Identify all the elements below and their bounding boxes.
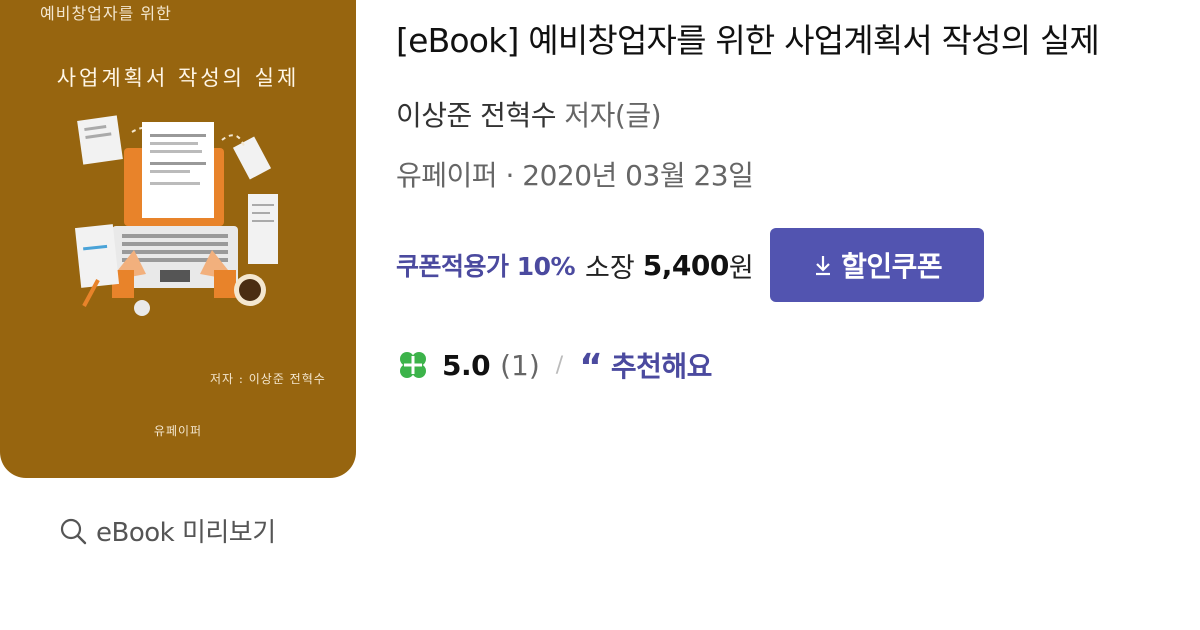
ebook-preview-link[interactable]: eBook 미리보기: [58, 512, 276, 549]
search-icon: [60, 518, 87, 544]
preview-label: eBook 미리보기: [96, 518, 276, 548]
book-cover[interactable]: 예비창업자를 위한 사업계획서 작성의 실제 저자: 이상준 전혁수 유페이퍼: [0, 0, 356, 478]
price-amount: 5,400: [642, 248, 730, 282]
download-icon: [816, 256, 831, 276]
rating-divider: /: [555, 352, 564, 378]
discount-coupon-button[interactable]: 할인쿠폰: [769, 228, 984, 302]
price-row: 쿠폰적용가 10% 소장 5,400 원 할인쿠폰: [396, 228, 984, 302]
quote-icon: “: [579, 347, 603, 388]
price-currency: 원: [728, 252, 754, 284]
rating-count[interactable]: (1): [500, 349, 540, 382]
cover-title: 사업계획서 작성의 실제: [56, 66, 300, 90]
own-label: 소장: [585, 252, 635, 284]
book-title[interactable]: [eBook] 예비창업자를 위한 사업계획서 작성의 실제: [396, 14, 1100, 62]
cover-publisher: 유페이퍼: [153, 424, 203, 438]
author-line: 이상준 전혁수 저자(글): [396, 94, 662, 134]
rating-score[interactable]: 5.0: [442, 349, 491, 382]
author-role: 저자(글): [564, 99, 662, 132]
cover-author: 저자 : 이상준 전혁수: [210, 372, 326, 386]
author-names[interactable]: 이상준 전혁수: [396, 99, 556, 132]
cover-subtitle: 예비창업자를 위한: [40, 4, 172, 23]
clover-icon: [400, 352, 426, 378]
publish-date: 2020년 03월 23일: [522, 159, 754, 192]
coupon-button-label: 할인쿠폰: [841, 250, 943, 283]
coupon-price-label: 쿠폰적용가 10%: [396, 252, 576, 281]
recommend-button[interactable]: 추천해요: [611, 345, 713, 385]
cover-illustration: [74, 115, 278, 316]
rating-row: 5.0 (1) / “ 추천해요: [396, 344, 712, 386]
publisher-name[interactable]: 유페이퍼: [396, 159, 498, 192]
separator-dot: ·: [505, 159, 514, 192]
publisher-line: 유페이퍼 · 2020년 03월 23일: [396, 154, 754, 194]
